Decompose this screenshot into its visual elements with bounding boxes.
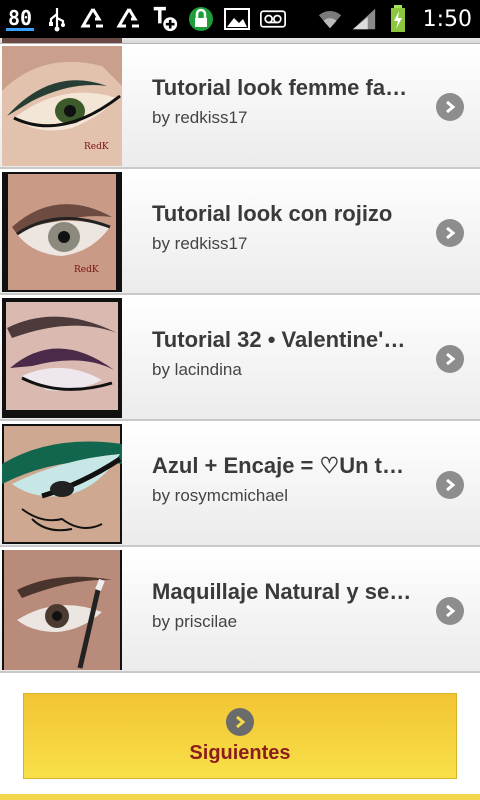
list-item[interactable]: RedK Tutorial look con rojizo by redkiss…	[0, 170, 480, 295]
partial-thumbnail	[2, 38, 122, 43]
list-item[interactable]: Azul + Encaje = ♡Un t… by rosymcmichael	[0, 422, 480, 547]
item-title: Tutorial 32 • Valentine'…	[152, 327, 406, 352]
image-icon	[224, 6, 251, 32]
list-item[interactable]: Tutorial 32 • Valentine'… by lacindina	[0, 296, 480, 421]
notification-count: 80	[6, 5, 35, 31]
chevron-right-icon[interactable]	[436, 219, 464, 247]
item-author: by rosymcmichael	[152, 486, 289, 505]
item-author: by priscilae	[152, 612, 238, 631]
chevron-right-icon[interactable]	[436, 471, 464, 499]
chevron-right-icon[interactable]	[436, 597, 464, 625]
usb-icon	[44, 6, 70, 32]
tutorial-thumbnail	[2, 424, 122, 544]
t-plus-icon	[152, 6, 178, 32]
clock: 1:50	[422, 6, 472, 32]
battery-charging-icon	[385, 5, 411, 32]
next-page-button[interactable]: Siguientes	[23, 693, 457, 779]
svg-text:RedK: RedK	[74, 265, 99, 275]
list-item[interactable]: Maquillaje Natural y se… by priscilae	[0, 548, 480, 673]
item-title: Tutorial look femme fa…	[152, 75, 408, 100]
recycle-icon	[116, 6, 142, 32]
bottom-divider	[0, 794, 480, 800]
item-title: Maquillaje Natural y se…	[152, 579, 412, 604]
recycle-icon	[80, 6, 106, 32]
chevron-right-icon	[226, 707, 254, 736]
svg-text:RedK: RedK	[84, 142, 109, 152]
lock-icon	[188, 6, 214, 32]
chevron-right-icon[interactable]	[436, 345, 464, 373]
tutorial-thumbnail: RedK	[2, 46, 122, 166]
status-bar: 80 1:50	[0, 0, 480, 38]
tutorial-thumbnail	[2, 298, 122, 418]
item-title: Tutorial look con rojizo	[152, 201, 393, 226]
item-author: by lacindina	[152, 360, 242, 379]
item-author: by redkiss17	[152, 234, 248, 253]
next-page-label: Siguientes	[189, 741, 291, 764]
list-footer: Siguientes	[0, 676, 480, 800]
system-icons: 1:50	[317, 3, 472, 35]
item-author: by redkiss17	[152, 108, 248, 127]
list-item[interactable]: RedK Tutorial look femme fa… by redkiss1…	[0, 44, 480, 169]
voicemail-icon	[260, 6, 287, 32]
tutorial-thumbnail	[2, 550, 122, 670]
signal-icon	[351, 6, 377, 32]
wifi-icon	[317, 6, 343, 32]
notification-icons: 80	[6, 3, 287, 35]
chevron-right-icon[interactable]	[436, 93, 464, 121]
item-title: Azul + Encaje = ♡Un t…	[152, 453, 405, 478]
tutorial-thumbnail: RedK	[2, 172, 122, 292]
